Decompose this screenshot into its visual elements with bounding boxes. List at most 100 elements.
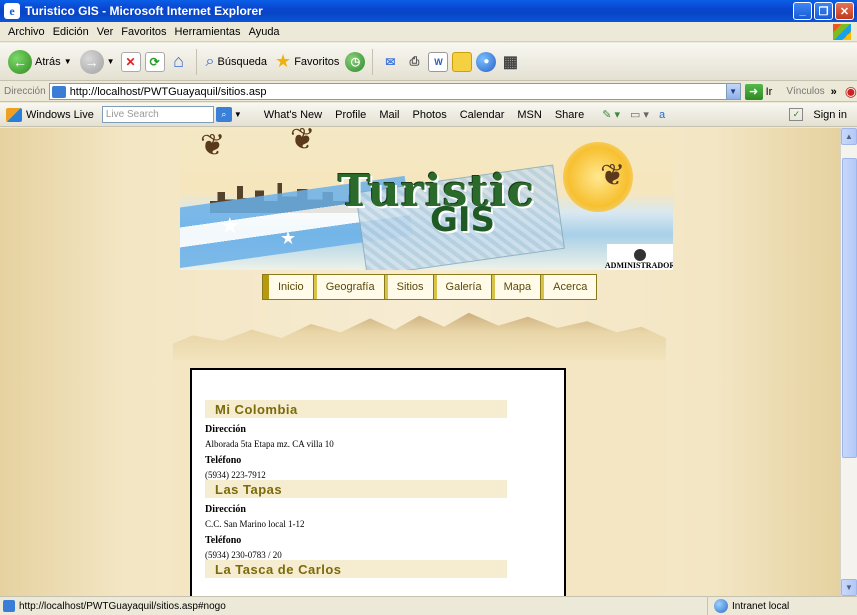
mail-icon[interactable]: ✉: [380, 52, 400, 72]
admin-user-icon: [634, 249, 646, 261]
folder-icon[interactable]: [452, 51, 473, 72]
site-logo-gis: GIS: [430, 200, 496, 240]
home-icon[interactable]: ⌂: [169, 51, 189, 72]
page-viewport: ❦ ❦ ❦ ★ ★ Turistic GIS ADMINISTRADOR Ini…: [0, 128, 840, 596]
live-link-calendar[interactable]: Calendar: [460, 109, 505, 121]
scroll-down-icon[interactable]: ▼: [841, 579, 857, 596]
site-entry: Mi Colombia Dirección Alborada 5ta Etapa…: [192, 400, 564, 480]
stop-icon[interactable]: ✕: [120, 51, 141, 72]
window-title: Turistico GIS - Microsoft Internet Explo…: [25, 4, 263, 18]
address-heading: Dirección: [205, 424, 246, 435]
menu-ver[interactable]: Ver: [97, 26, 114, 38]
live-addon-icon[interactable]: ✎ ▾: [602, 108, 620, 121]
live-translate-icon[interactable]: a: [659, 109, 665, 121]
windows-flag-icon: [833, 24, 851, 40]
address-value: C.C. San Marino local 1-12: [205, 519, 305, 529]
site-name[interactable]: Mi Colombia: [205, 400, 507, 418]
back-button[interactable]: ← Atrás ▼: [6, 47, 74, 77]
address-input[interactable]: http://localhost/PWTGuayaquil/sitios.asp…: [48, 83, 741, 100]
ie-icon: e: [4, 3, 20, 19]
live-link-whats-new[interactable]: What's New: [264, 109, 322, 121]
back-arrow-icon: ←: [8, 49, 32, 74]
page-icon: [3, 600, 15, 612]
maximize-button[interactable]: ❐: [814, 2, 833, 20]
scroll-up-icon[interactable]: ▲: [841, 128, 857, 145]
nav-sitios[interactable]: Sitios: [384, 275, 434, 299]
menu-edicion[interactable]: Edición: [53, 26, 89, 38]
torn-paper-graphic: [173, 312, 666, 366]
favorites-button[interactable]: ★ Favoritos: [273, 47, 341, 77]
tree-graphic: ❦: [600, 159, 626, 192]
live-link-mail[interactable]: Mail: [379, 109, 399, 121]
menu-ayuda[interactable]: Ayuda: [249, 26, 280, 38]
security-zone: Intranet local: [707, 597, 857, 615]
live-link-msn[interactable]: MSN: [517, 109, 541, 121]
search-button[interactable]: ⌕ Búsqueda: [204, 47, 270, 77]
phone-heading: Teléfono: [205, 535, 242, 546]
research-icon[interactable]: ▦: [500, 52, 520, 72]
menu-bar: Archivo Edición Ver Favoritos Herramient…: [0, 22, 857, 42]
phone-value: (5934) 230-0783 / 20: [205, 550, 282, 560]
admin-link[interactable]: ADMINISTRADOR: [605, 244, 673, 270]
address-bar: Dirección http://localhost/PWTGuayaquil/…: [0, 82, 857, 102]
address-heading: Dirección: [205, 504, 246, 515]
live-window-icon[interactable]: ▭ ▾: [630, 108, 649, 121]
windows-live-logo-icon: [6, 107, 22, 122]
address-value: Alborada 5ta Etapa mz. CA villa 10: [205, 439, 334, 449]
status-bar: http://localhost/PWTGuayaquil/sitios.asp…: [0, 596, 857, 615]
tree-graphic: ❦: [200, 129, 226, 162]
favorites-star-icon: ★: [275, 51, 292, 71]
live-link-photos[interactable]: Photos: [412, 109, 446, 121]
address-dropdown-icon[interactable]: ▼: [725, 84, 740, 99]
search-label: Búsqueda: [217, 55, 268, 68]
site-name[interactable]: La Tasca de Carlos: [205, 560, 507, 578]
live-link-profile[interactable]: Profile: [335, 109, 366, 121]
tree-graphic: ❦: [290, 128, 316, 156]
globe-icon: [714, 599, 728, 613]
live-search-dropdown-icon[interactable]: ▼: [234, 110, 242, 119]
windows-live-brand: Windows Live: [26, 108, 94, 121]
site-entry: Las Tapas Dirección C.C. San Marino loca…: [192, 480, 564, 560]
sites-list: Mi Colombia Dirección Alborada 5ta Etapa…: [190, 368, 566, 596]
refresh-icon[interactable]: ⟳: [144, 51, 165, 72]
vertical-scrollbar[interactable]: ▲ ▼: [840, 128, 857, 596]
zone-label: Intranet local: [732, 600, 790, 612]
messenger-icon[interactable]: ●: [476, 51, 497, 72]
live-search-button[interactable]: ⌕: [215, 107, 232, 122]
nav-inicio[interactable]: Inicio: [263, 275, 314, 299]
sign-in-link[interactable]: Sign in: [813, 109, 847, 121]
links-label[interactable]: Vínculos: [786, 86, 824, 97]
print-icon[interactable]: ⎙: [404, 52, 424, 72]
toolbar: ← Atrás ▼ → ▼ ✕ ⟳ ⌂ ⌕ Búsqueda ★ Favorit…: [0, 43, 857, 81]
search-icon: ⌕: [205, 52, 215, 70]
menu-archivo[interactable]: Archivo: [8, 26, 45, 38]
forward-button[interactable]: → ▼: [78, 47, 117, 77]
nav-geografia[interactable]: Geografía: [313, 275, 385, 299]
edit-word-icon[interactable]: W: [428, 51, 449, 72]
phone-value: (5934) 223-7912: [205, 470, 266, 480]
chevron-right-icon[interactable]: »: [831, 86, 837, 98]
nav-mapa[interactable]: Mapa: [491, 275, 542, 299]
forward-arrow-icon: →: [79, 49, 104, 74]
site-banner: ❦ ❦ ❦ ★ ★ Turistic GIS ADMINISTRADOR: [180, 128, 673, 270]
go-arrow-icon: ➜: [744, 83, 763, 100]
nav-acerca[interactable]: Acerca: [541, 275, 596, 299]
minimize-button[interactable]: _: [793, 2, 812, 20]
site-name[interactable]: Las Tapas: [205, 480, 507, 498]
scroll-thumb[interactable]: [842, 158, 857, 458]
toolbar-separator: [195, 48, 197, 75]
windows-live-toolbar: Windows Live Live Search ⌕ ▼ What's New …: [0, 103, 857, 127]
checkbox-icon[interactable]: ✓: [789, 108, 804, 121]
menu-herramientas[interactable]: Herramientas: [175, 26, 241, 38]
live-search-input[interactable]: Live Search: [101, 106, 214, 123]
star-icon: ★: [280, 228, 297, 248]
favorites-label: Favoritos: [294, 55, 340, 68]
nav-galeria[interactable]: Galería: [433, 275, 492, 299]
menu-favoritos[interactable]: Favoritos: [121, 26, 166, 38]
history-icon[interactable]: ◷: [345, 51, 366, 72]
title-bar: e Turistico GIS - Microsoft Internet Exp…: [0, 0, 857, 22]
go-button[interactable]: ➜ Ir: [744, 83, 772, 100]
translate-icon[interactable]: ◉: [845, 83, 857, 100]
live-link-share[interactable]: Share: [555, 109, 584, 121]
close-button[interactable]: ✕: [835, 2, 854, 20]
